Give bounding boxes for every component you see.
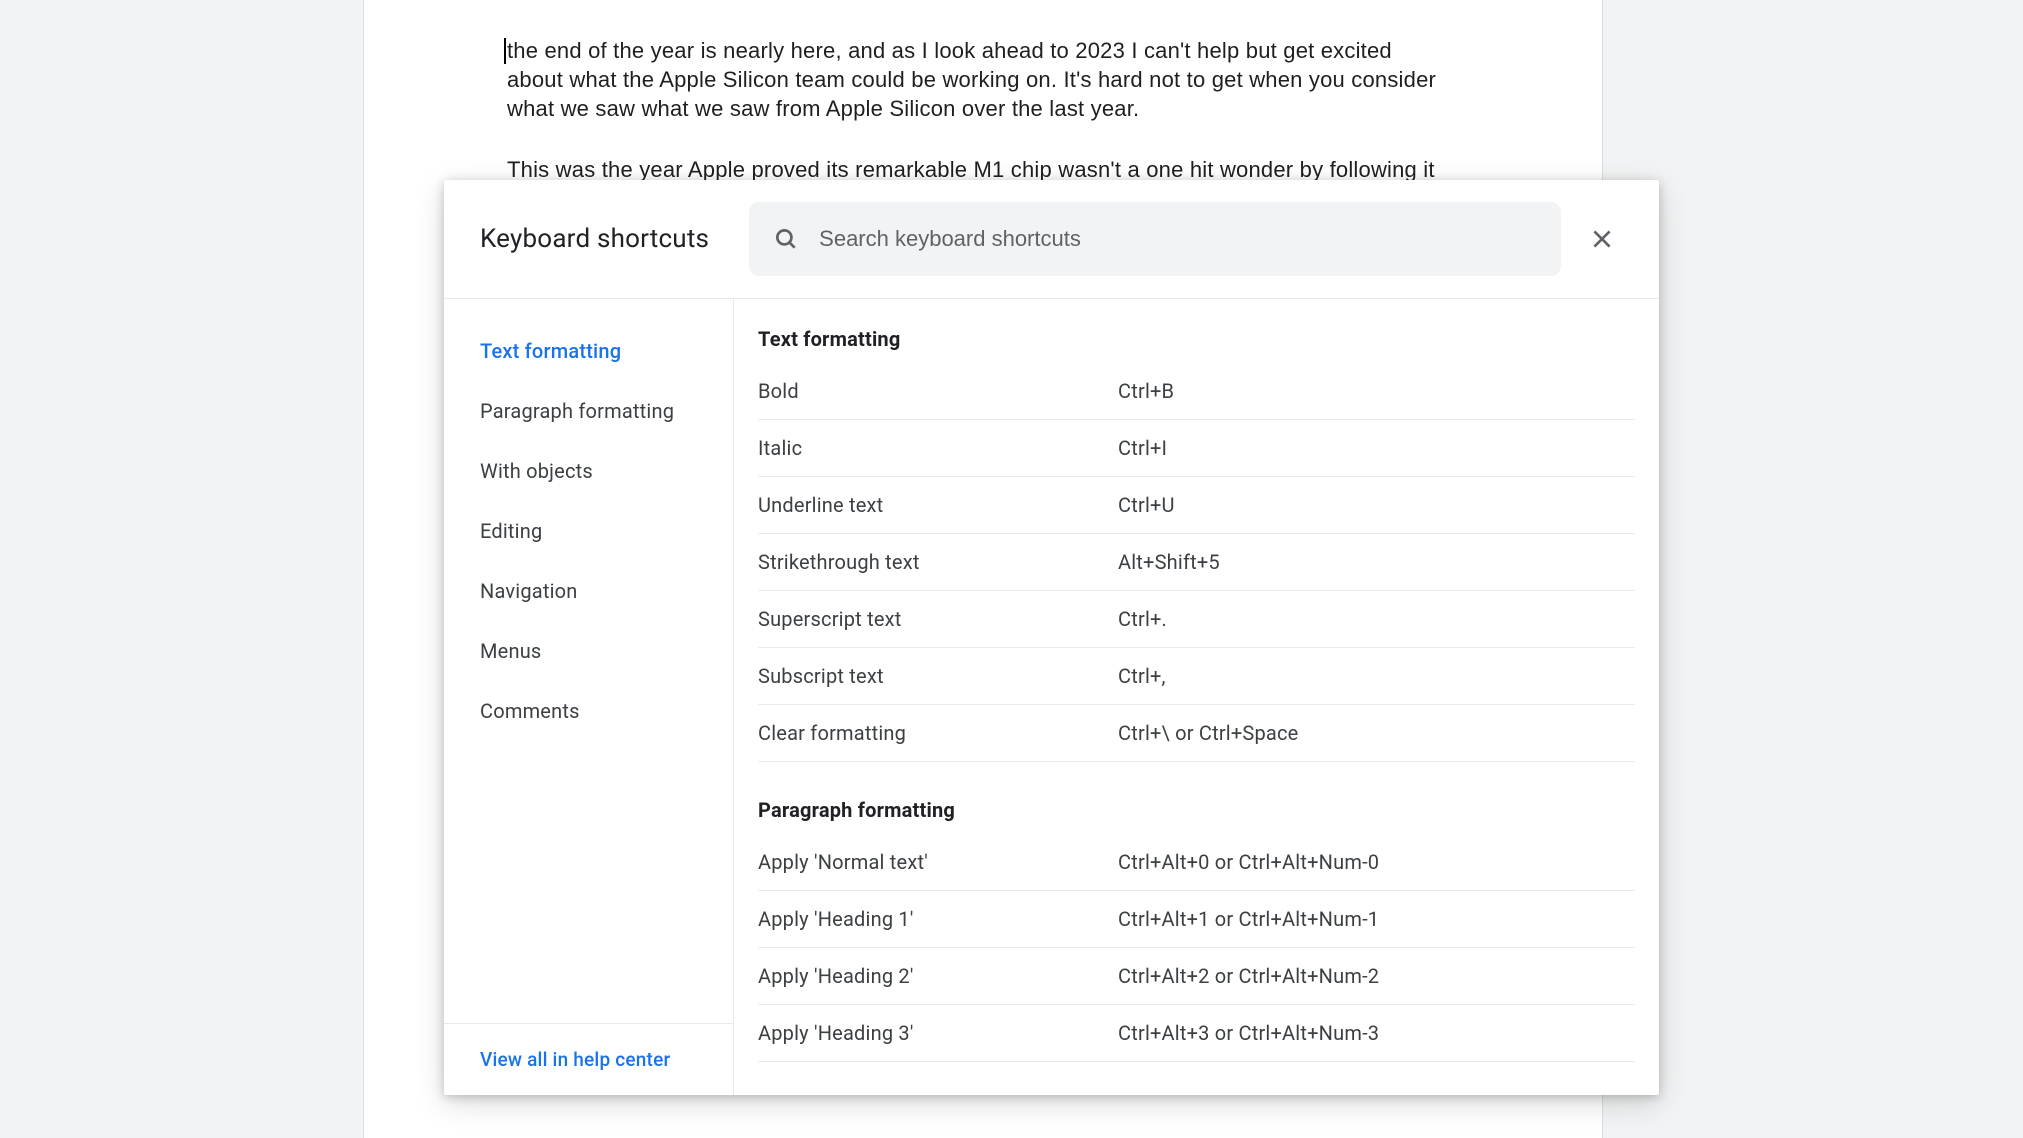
shortcut-row: Underline text Ctrl+U [758, 477, 1635, 534]
sidebar-item-comments[interactable]: Comments [444, 681, 733, 741]
sidebar-item-editing[interactable]: Editing [444, 501, 733, 561]
shortcut-name: Apply 'Heading 3' [758, 1021, 1118, 1045]
sidebar-item-navigation[interactable]: Navigation [444, 561, 733, 621]
shortcut-name: Subscript text [758, 664, 1118, 688]
shortcut-row: Apply 'Heading 2' Ctrl+Alt+2 or Ctrl+Alt… [758, 948, 1635, 1005]
sidebar-item-menus[interactable]: Menus [444, 621, 733, 681]
shortcut-name: Clear formatting [758, 721, 1118, 745]
modal-title: Keyboard shortcuts [480, 224, 709, 254]
shortcut-key: Ctrl+Alt+2 or Ctrl+Alt+Num-2 [1118, 964, 1379, 988]
text-cursor [504, 38, 506, 64]
shortcut-key: Ctrl+. [1118, 607, 1167, 631]
shortcut-row: Apply 'Normal text' Ctrl+Alt+0 or Ctrl+A… [758, 834, 1635, 891]
shortcut-key: Ctrl+Alt+0 or Ctrl+Alt+Num-0 [1118, 850, 1379, 874]
shortcut-row: Superscript text Ctrl+. [758, 591, 1635, 648]
shortcut-row: Apply 'Heading 3' Ctrl+Alt+3 or Ctrl+Alt… [758, 1005, 1635, 1062]
shortcut-key: Ctrl+I [1118, 436, 1167, 460]
shortcut-key: Alt+Shift+5 [1118, 550, 1220, 574]
modal-header: Keyboard shortcuts [444, 180, 1659, 299]
shortcut-row: Apply 'Heading 1' Ctrl+Alt+1 or Ctrl+Alt… [758, 891, 1635, 948]
shortcut-name: Strikethrough text [758, 550, 1118, 574]
close-button[interactable] [1581, 218, 1623, 260]
shortcut-key: Ctrl+U [1118, 493, 1175, 517]
shortcut-row: Strikethrough text Alt+Shift+5 [758, 534, 1635, 591]
sidebar-item-with-objects[interactable]: With objects [444, 441, 733, 501]
search-input[interactable] [819, 226, 1537, 252]
shortcut-key: Ctrl+Alt+1 or Ctrl+Alt+Num-1 [1118, 907, 1379, 931]
help-center-link[interactable]: View all in help center [480, 1048, 670, 1071]
section-heading-paragraph-formatting: Paragraph formatting [758, 798, 1635, 822]
shortcut-name: Apply 'Normal text' [758, 850, 1118, 874]
shortcut-key: Ctrl+B [1118, 379, 1174, 403]
section-heading-text-formatting: Text formatting [758, 327, 1635, 351]
shortcut-key: Ctrl+Alt+3 or Ctrl+Alt+Num-3 [1118, 1021, 1379, 1045]
shortcut-row: Subscript text Ctrl+, [758, 648, 1635, 705]
sidebar-item-paragraph-formatting[interactable]: Paragraph formatting [444, 381, 733, 441]
shortcut-row: Clear formatting Ctrl+\ or Ctrl+Space [758, 705, 1635, 762]
search-icon [773, 226, 799, 252]
sidebar: Text formatting Paragraph formatting Wit… [444, 299, 734, 1095]
document-paragraph-1[interactable]: the end of the year is nearly here, and … [507, 36, 1447, 123]
shortcut-key: Ctrl+\ or Ctrl+Space [1118, 721, 1298, 745]
shortcut-name: Underline text [758, 493, 1118, 517]
shortcut-row: Italic Ctrl+I [758, 420, 1635, 477]
shortcut-name: Bold [758, 379, 1118, 403]
shortcuts-content[interactable]: Text formatting Bold Ctrl+B Italic Ctrl+… [734, 299, 1659, 1095]
keyboard-shortcuts-modal: Keyboard shortcuts Text formatting Parag… [444, 180, 1659, 1095]
modal-body: Text formatting Paragraph formatting Wit… [444, 299, 1659, 1095]
shortcut-name: Apply 'Heading 2' [758, 964, 1118, 988]
sidebar-item-text-formatting[interactable]: Text formatting [444, 321, 733, 381]
search-box[interactable] [749, 202, 1561, 276]
shortcut-name: Apply 'Heading 1' [758, 907, 1118, 931]
sidebar-items: Text formatting Paragraph formatting Wit… [444, 321, 733, 1023]
sidebar-footer: View all in help center [444, 1023, 733, 1095]
shortcut-row: Bold Ctrl+B [758, 363, 1635, 420]
shortcut-key: Ctrl+, [1118, 664, 1166, 688]
shortcut-name: Superscript text [758, 607, 1118, 631]
shortcut-name: Italic [758, 436, 1118, 460]
